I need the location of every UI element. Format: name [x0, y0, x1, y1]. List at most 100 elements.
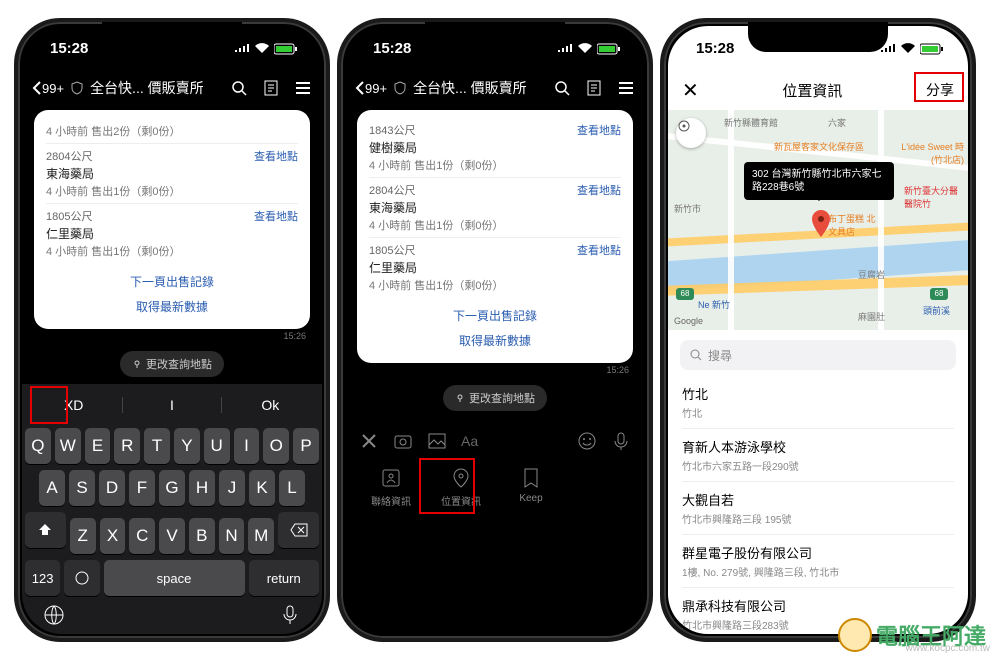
view-location-link[interactable]: 查看地點	[254, 148, 298, 164]
key-m[interactable]: M	[248, 518, 274, 554]
highway-shield: 68	[676, 288, 694, 300]
pharmacy-row: 4 小時前 售出2份（剩0份）	[46, 118, 298, 143]
key-l[interactable]: L	[279, 470, 305, 506]
phone-1: 15:28 99+ 全台快... 價販賣所 4 小時前 售出2份（剩0份）	[14, 18, 330, 642]
map-poi: 頭前溪	[923, 304, 950, 317]
attach-location[interactable]: 位置資訊	[435, 467, 487, 508]
message-input[interactable]: Aa	[461, 433, 563, 449]
suggestion[interactable]: I	[123, 397, 221, 413]
key-g[interactable]: G	[159, 470, 185, 506]
refresh-link[interactable]: 取得最新數據	[369, 328, 621, 353]
view-location-link[interactable]: 查看地點	[254, 208, 298, 224]
key-o[interactable]: O	[263, 428, 289, 464]
status-icons	[557, 40, 621, 57]
key-u[interactable]: U	[204, 428, 230, 464]
search-input[interactable]: 搜尋	[680, 340, 956, 370]
my-location-button[interactable]	[676, 118, 706, 148]
map-poi: 豆腐岩	[858, 268, 885, 281]
search-icon[interactable]	[230, 79, 248, 97]
globe-icon[interactable]	[43, 604, 65, 626]
refresh-link[interactable]: 取得最新數據	[46, 294, 298, 319]
back-button[interactable]: 99+	[355, 81, 387, 96]
pin-icon	[455, 393, 465, 403]
gallery-icon[interactable]	[427, 431, 447, 451]
menu-icon[interactable]	[617, 79, 635, 97]
key-s[interactable]: S	[69, 470, 95, 506]
keyboard[interactable]: XD I Ok QWERTYUIOP ASDFGHJKL ZXCVBNM 123…	[22, 384, 322, 634]
change-location-button[interactable]: 更改查詢地點	[120, 351, 224, 377]
wifi-icon	[900, 43, 916, 54]
notes-icon[interactable]	[585, 79, 603, 97]
view-location-link[interactable]: 查看地點	[577, 182, 621, 198]
emoji-icon[interactable]	[577, 431, 597, 451]
attach-contact[interactable]: 聯絡資訊	[365, 467, 417, 508]
key-p[interactable]: P	[293, 428, 319, 464]
list-item[interactable]: 群星電子股份有限公司1樓, No. 279號, 興隆路三段, 竹北市	[682, 535, 954, 588]
chevron-left-icon	[355, 81, 365, 95]
map-poi: 新竹市	[674, 202, 701, 215]
emoji-key[interactable]	[64, 560, 99, 596]
return-key[interactable]: return	[249, 560, 320, 596]
change-location-button[interactable]: 更改查詢地點	[443, 385, 547, 411]
view-location-link[interactable]: 查看地點	[577, 242, 621, 258]
pharmacy-row: 查看地點 1805公尺 仁里藥局 4 小時前 售出1份（剩0份）	[369, 237, 621, 297]
back-button[interactable]: 99+	[32, 81, 64, 96]
numbers-key[interactable]: 123	[25, 560, 60, 596]
key-e[interactable]: E	[85, 428, 111, 464]
key-a[interactable]: A	[39, 470, 65, 506]
menu-icon[interactable]	[294, 79, 312, 97]
pharmacy-row: 查看地點 1805公尺 仁里藥局 4 小時前 售出1份（剩0份）	[46, 203, 298, 263]
key-c[interactable]: C	[129, 518, 155, 554]
phone-3: 15:28 ✕ 位置資訊 分享 新竹縣體育館 六家 新瓦屋客家文化保存區 L'i…	[660, 18, 976, 642]
key-b[interactable]: B	[189, 518, 215, 554]
camera-icon[interactable]	[393, 431, 413, 451]
brand-logo-icon	[838, 618, 872, 652]
space-key[interactable]: space	[104, 560, 245, 596]
backspace-key[interactable]	[278, 512, 319, 548]
battery-icon	[274, 43, 298, 55]
battery-icon	[920, 43, 944, 55]
key-v[interactable]: V	[159, 518, 185, 554]
status-icons	[880, 40, 944, 57]
close-icon[interactable]	[359, 431, 379, 451]
view-location-link[interactable]: 查看地點	[577, 122, 621, 138]
next-page-link[interactable]: 下一頁出售記錄	[46, 269, 298, 294]
suggestion[interactable]: Ok	[222, 397, 319, 413]
status-icons	[234, 40, 298, 57]
key-d[interactable]: D	[99, 470, 125, 506]
notch	[102, 22, 242, 52]
notch	[748, 22, 888, 52]
attach-keep[interactable]: Keep	[505, 467, 557, 508]
next-page-link[interactable]: 下一頁出售記錄	[369, 303, 621, 328]
key-h[interactable]: H	[189, 470, 215, 506]
key-r[interactable]: R	[114, 428, 140, 464]
list-item[interactable]: 育新人本游泳學校竹北市六家五路一段290號	[682, 429, 954, 482]
map-view[interactable]: 新竹縣體育館 六家 新瓦屋客家文化保存區 L'idée Sweet 時(竹北店)…	[668, 110, 968, 330]
pin-icon	[132, 359, 142, 369]
key-j[interactable]: J	[219, 470, 245, 506]
suggestion[interactable]: XD	[25, 397, 123, 413]
close-button[interactable]: ✕	[682, 78, 699, 103]
key-k[interactable]: K	[249, 470, 275, 506]
chat-header: 99+ 全台快... 價販賣所	[345, 70, 645, 106]
key-y[interactable]: Y	[174, 428, 200, 464]
search-icon[interactable]	[553, 79, 571, 97]
notes-icon[interactable]	[262, 79, 280, 97]
key-x[interactable]: X	[100, 518, 126, 554]
share-button[interactable]: 分享	[926, 80, 954, 100]
list-item[interactable]: 竹北竹北	[682, 376, 954, 429]
dictation-icon[interactable]	[279, 604, 301, 626]
key-n[interactable]: N	[219, 518, 245, 554]
key-w[interactable]: W	[55, 428, 81, 464]
key-i[interactable]: I	[234, 428, 260, 464]
key-q[interactable]: Q	[25, 428, 51, 464]
keyboard-suggestions[interactable]: XD I Ok	[25, 388, 319, 422]
shield-icon	[393, 81, 407, 95]
mic-icon[interactable]	[611, 431, 631, 451]
key-f[interactable]: F	[129, 470, 155, 506]
chevron-left-icon	[32, 81, 42, 95]
shift-key[interactable]	[25, 512, 66, 548]
key-z[interactable]: Z	[70, 518, 96, 554]
key-t[interactable]: T	[144, 428, 170, 464]
list-item[interactable]: 大觀自若竹北市興隆路三段 195號	[682, 482, 954, 535]
